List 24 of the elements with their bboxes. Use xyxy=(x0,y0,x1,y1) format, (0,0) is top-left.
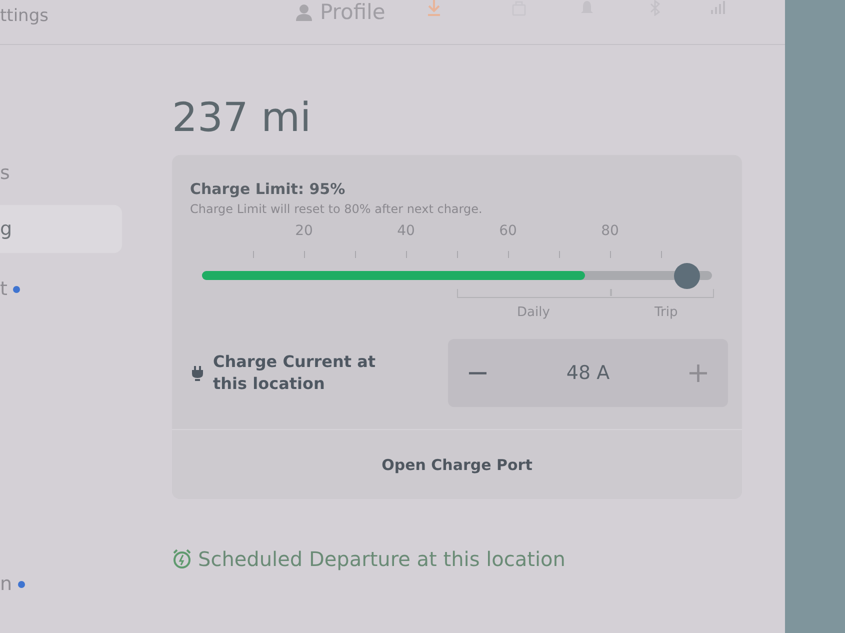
person-icon xyxy=(296,4,312,20)
alarm-clock-icon xyxy=(172,549,192,569)
sidebar-item[interactable]: s xyxy=(0,149,122,197)
zone-label: Trip xyxy=(654,305,678,320)
charge-limit-note: Charge Limit will reset to 80% after next charge. xyxy=(190,202,482,216)
zone-label: Daily xyxy=(517,305,550,320)
charge-current-value: 48 A xyxy=(566,362,610,384)
range-value: 237 mi xyxy=(172,95,312,141)
sidebar-item[interactable]: g xyxy=(0,205,122,253)
sidebar-item[interactable]: n xyxy=(0,560,122,608)
settings-tab-label[interactable]: ttings xyxy=(0,6,48,26)
download-icon xyxy=(427,0,441,16)
tick-label: 40 xyxy=(397,223,415,239)
sidebar-item[interactable]: t xyxy=(0,265,122,313)
decrease-button[interactable]: − xyxy=(462,359,494,387)
tick-label: 20 xyxy=(295,223,313,239)
slider-thumb[interactable] xyxy=(674,263,700,289)
charge-limit-title: Charge Limit: 95% xyxy=(190,180,346,198)
charge-current-label: Charge Current at this location xyxy=(213,351,377,395)
charge-limit-slider[interactable] xyxy=(202,263,712,289)
scheduled-departure-title: Scheduled Departure at this location xyxy=(198,547,566,571)
tick-label: 80 xyxy=(601,223,619,239)
tick-label: 60 xyxy=(499,223,517,239)
plug-icon xyxy=(192,366,203,380)
